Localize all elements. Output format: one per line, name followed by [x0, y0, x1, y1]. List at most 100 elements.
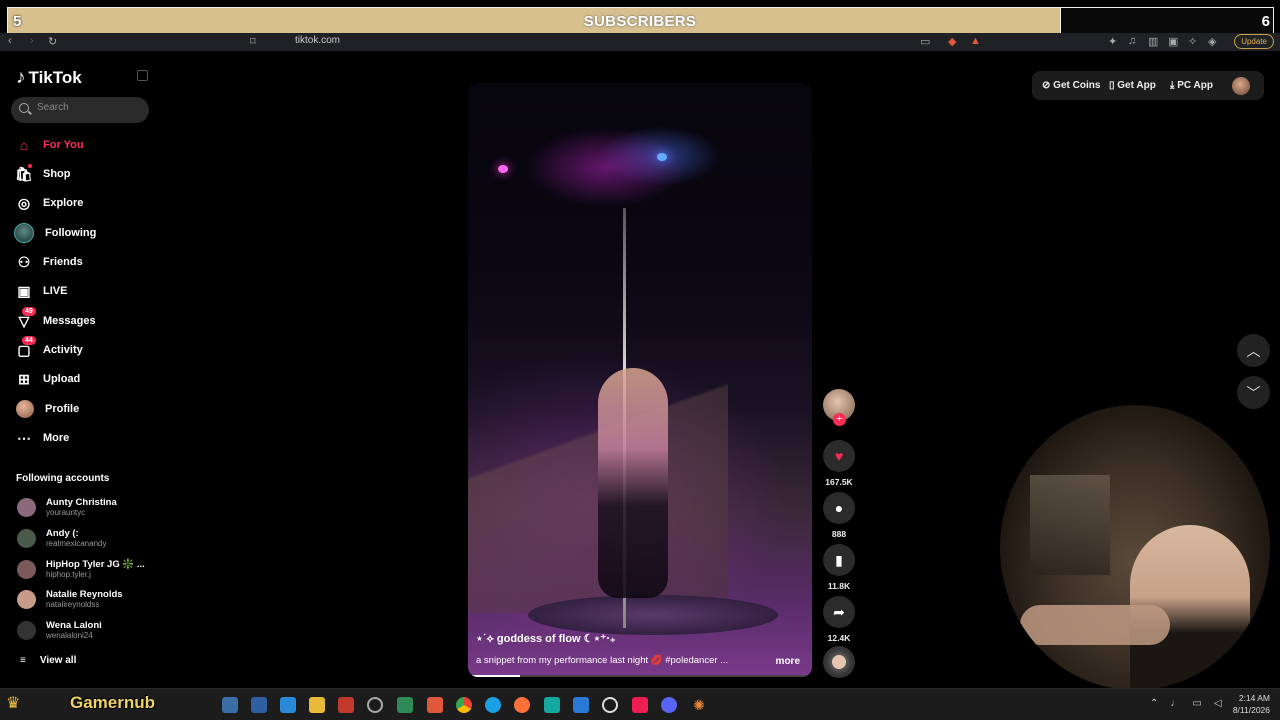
tiktok-note-icon: ♪: [16, 67, 26, 88]
sidebar-item-shop[interactable]: 🛍︎ Shop: [15, 163, 71, 185]
video-player[interactable]: ⋆˙⟡ goddess of flow ☾⋆⁺‧₊ a snippet from…: [468, 83, 812, 677]
sidebar-item-label: For You: [43, 139, 84, 151]
user-avatar[interactable]: [1232, 77, 1250, 95]
app-icon[interactable]: [397, 697, 413, 713]
next-video-button[interactable]: ﹀: [1237, 376, 1270, 409]
brave-icon[interactable]: [427, 697, 443, 713]
forward-icon[interactable]: ›: [30, 35, 34, 47]
following-account[interactable]: Aunty Christina yourauntyc: [17, 497, 117, 518]
search-box[interactable]: [11, 97, 149, 123]
video-title: ⋆˙⟡ goddess of flow ☾⋆⁺‧₊: [476, 633, 616, 645]
sidebar-item-more[interactable]: ⋯ More: [16, 427, 69, 449]
following-account[interactable]: Wena Laloni wenalaloni24: [17, 620, 102, 641]
clock-time: 2:14 AM: [1238, 693, 1270, 703]
creator-avatar-button[interactable]: +: [822, 389, 856, 426]
app-icon[interactable]: [602, 697, 618, 713]
home-icon: ⌂: [19, 137, 29, 153]
view-all-label: View all: [39, 655, 77, 666]
stage-light: [498, 165, 508, 173]
sidebar-icon[interactable]: ▥: [1148, 35, 1158, 48]
app-icon[interactable]: [251, 697, 267, 713]
messages-icon: ▽ 49: [16, 307, 36, 329]
save-button[interactable]: ▮ 11.8K: [822, 544, 856, 591]
screenshot-icon[interactable]: ▭: [920, 35, 930, 48]
account-handle: hiphop.tyler.j: [46, 570, 91, 579]
app-icon[interactable]: [544, 697, 560, 713]
music-disc-button[interactable]: [822, 646, 856, 678]
get-app-button[interactable]: ▯ Get App: [1109, 80, 1156, 91]
app-icon[interactable]: ✺: [691, 697, 707, 713]
sidebar-item-activity[interactable]: ▢ 44 Activity: [16, 336, 83, 361]
sidebar-item-upload[interactable]: ⊞ Upload: [16, 368, 80, 390]
get-coins-button[interactable]: ⊘ Get Coins: [1042, 80, 1100, 91]
sidebar-item-label: Upload: [43, 373, 81, 385]
sidebar-item-explore[interactable]: ◎ Explore: [16, 192, 83, 214]
brave-rewards-icon[interactable]: ▲: [970, 35, 981, 47]
vpn-icon[interactable]: ◈: [1208, 35, 1216, 48]
wallet-icon[interactable]: ▣: [1168, 35, 1178, 48]
app-icon[interactable]: [367, 697, 383, 713]
share-count: 12.4K: [827, 633, 851, 643]
video-progress-bar[interactable]: [468, 675, 812, 677]
share-button[interactable]: ➦ 12.4K: [822, 596, 856, 643]
chevron-up-icon[interactable]: ⌃: [1150, 698, 1158, 709]
more-button[interactable]: more: [776, 656, 800, 667]
view-all-link[interactable]: ≡ View all: [20, 655, 76, 666]
update-button[interactable]: Update: [1234, 34, 1274, 49]
follow-plus-icon[interactable]: +: [833, 413, 846, 426]
leo-icon[interactable]: ✧: [1188, 35, 1197, 48]
crown-icon: ♛: [6, 695, 21, 712]
file-explorer-icon[interactable]: [309, 697, 325, 713]
brave-shield-icon[interactable]: ◆: [948, 35, 956, 48]
sidebar-item-for-you[interactable]: ⌂ For You: [16, 134, 84, 156]
account-avatar: [17, 498, 36, 517]
media-icon[interactable]: ♫: [1128, 35, 1136, 47]
sidebar-item-live[interactable]: ▣ LIVE: [16, 280, 67, 302]
tiktok-app-icon[interactable]: [632, 697, 648, 713]
microphone-icon[interactable]: ♩: [1170, 698, 1180, 709]
friends-icon: ⚇: [17, 253, 31, 270]
pc-app-button[interactable]: ⤓ PC App: [1170, 80, 1213, 91]
reload-icon[interactable]: ↻: [48, 35, 57, 48]
account-name: Natalie Reynolds: [46, 589, 123, 600]
sidebar-item-messages[interactable]: ▽ 49 Messages: [16, 307, 96, 332]
tiktok-logo[interactable]: ♪ TikTok: [16, 67, 82, 89]
like-button[interactable]: ♥ 167.5K: [822, 440, 856, 487]
sidebar-item-profile[interactable]: Profile: [16, 398, 79, 420]
clock[interactable]: 2:14 AM 8/11/2026: [1233, 692, 1270, 716]
following-account[interactable]: HipHop Tyler JG ❇️ ... hiphop.tyler.j: [17, 559, 145, 580]
network-icon[interactable]: ▭: [1192, 698, 1201, 709]
following-account[interactable]: Natalie Reynolds natalireynoldss: [17, 589, 123, 610]
address-bar[interactable]: tiktok.com: [295, 35, 340, 46]
previous-video-button[interactable]: ︿: [1237, 334, 1270, 367]
subscriber-title: SUBSCRIBERS: [583, 13, 697, 30]
firefox-icon[interactable]: [514, 697, 530, 713]
sidebar-item-following[interactable]: Following: [14, 222, 96, 244]
coin-icon: ⊘: [1042, 80, 1054, 91]
volume-icon[interactable]: ◁: [1214, 698, 1222, 709]
bookmark-icon[interactable]: ⌑: [250, 35, 256, 48]
browser-toolbar: ‹ › ↻ ⌑ tiktok.com ▭ ◆ ▲ ✦ ♫ ▥ ▣ ✧ ◈ Upd…: [0, 33, 1280, 51]
comment-button[interactable]: ● 888: [822, 492, 856, 539]
logo-text: TikTok: [28, 68, 82, 87]
app-icon[interactable]: [280, 697, 296, 713]
extensions-icon[interactable]: ✦: [1108, 35, 1117, 48]
sidebar-item-friends[interactable]: ⚇ Friends: [16, 251, 83, 273]
following-avatar-icon: [14, 223, 34, 243]
edge-icon[interactable]: [485, 697, 501, 713]
back-icon[interactable]: ‹: [8, 35, 12, 47]
bookmark-icon: ▮: [823, 544, 855, 576]
search-icon: [19, 103, 29, 113]
collapse-sidebar-icon[interactable]: [137, 70, 148, 81]
following-account[interactable]: Andy (: realmexicanandy: [17, 528, 106, 549]
list-icon: ≡: [20, 655, 26, 666]
app-icon[interactable]: [222, 697, 238, 713]
discord-icon[interactable]: [661, 697, 677, 713]
search-input[interactable]: [37, 102, 142, 113]
live-icon: ▣: [17, 282, 31, 299]
app-icon[interactable]: [338, 697, 354, 713]
vscode-icon[interactable]: [573, 697, 589, 713]
comment-count: 888: [831, 529, 847, 539]
sidebar-item-label: Messages: [43, 315, 96, 327]
chrome-icon[interactable]: [456, 697, 472, 713]
